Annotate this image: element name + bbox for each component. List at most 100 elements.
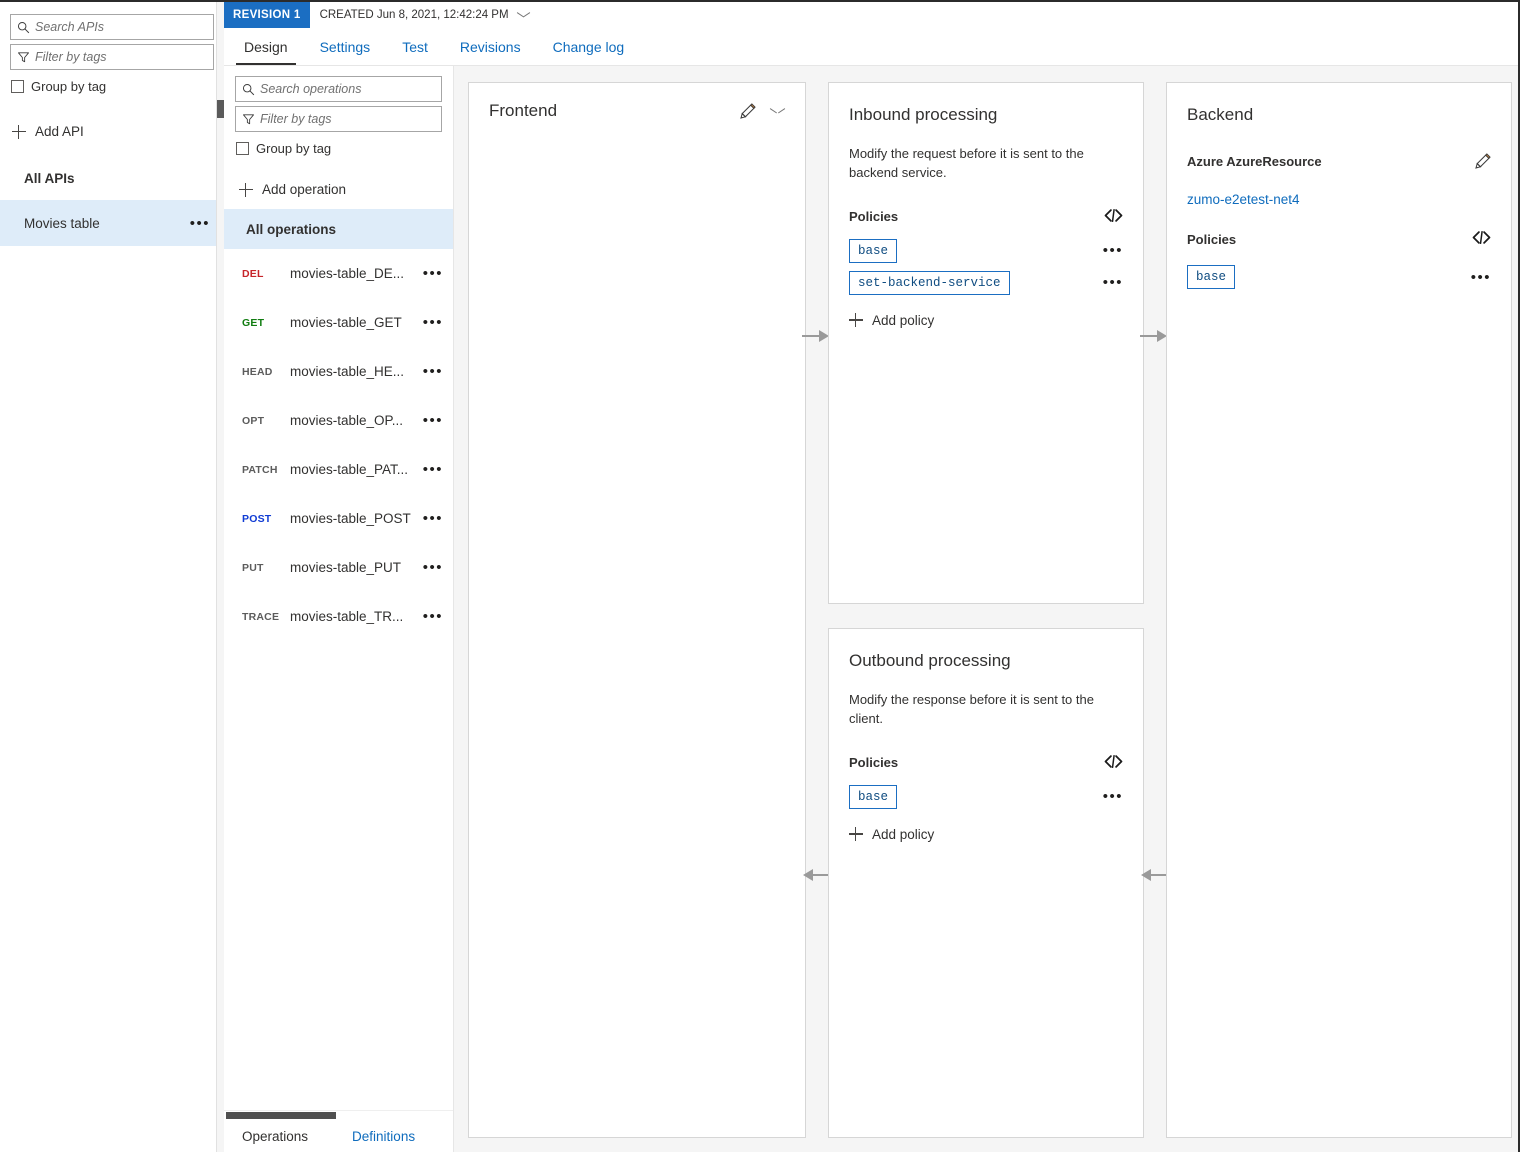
backend-policies-label: Policies	[1187, 231, 1237, 247]
tab-change-log[interactable]: Change log	[537, 28, 641, 65]
inbound-add-policy-button[interactable]: Add policy	[849, 313, 1123, 328]
apis-sidebar: Group by tag Add API All APIs Movies tab…	[0, 0, 225, 1152]
policy-context-menu-button[interactable]: •••	[1103, 243, 1123, 258]
policy-chip-set-backend-service[interactable]: set-backend-service	[849, 270, 1010, 295]
group-by-tag-checkbox[interactable]	[11, 80, 24, 93]
policy-chip-base[interactable]: base	[849, 784, 898, 809]
code-view-icon[interactable]	[1472, 231, 1491, 247]
operation-row-del[interactable]: DEL movies-table_DE... •••	[224, 249, 453, 298]
operations-filter-tags-field[interactable]	[235, 106, 442, 132]
operation-row-opt[interactable]: OPT movies-table_OP... •••	[224, 396, 453, 445]
http-verb-badge: GET	[242, 316, 265, 329]
operation-row-trace[interactable]: TRACE movies-table_TR... •••	[224, 592, 453, 641]
operations-scrollbar-thumb[interactable]	[226, 1112, 336, 1119]
operation-name: movies-table_GET	[290, 315, 402, 330]
operation-name: movies-table_OP...	[290, 413, 404, 428]
arrow-left-icon	[1140, 866, 1168, 884]
operation-context-menu-button[interactable]: •••	[423, 511, 443, 526]
add-operation-button[interactable]: Add operation	[239, 182, 453, 197]
operation-row-get[interactable]: GET movies-table_GET •••	[224, 298, 453, 347]
add-api-button[interactable]: Add API	[12, 124, 224, 139]
main-region: REVISION 1 CREATED Jun 8, 2021, 12:42:24…	[224, 0, 1520, 1152]
tab-definitions[interactable]: Definitions	[352, 1129, 459, 1144]
sidebar-item-movies-table[interactable]: Movies table •••	[0, 200, 224, 246]
group-by-tag-label: Group by tag	[31, 79, 107, 94]
operations-list: All operations DEL movies-table_DE... ••…	[224, 209, 453, 1110]
policy-context-menu-button[interactable]: •••	[1471, 270, 1491, 285]
outbound-processing-panel: Outbound processing Modify the response …	[828, 628, 1144, 1138]
tab-revisions[interactable]: Revisions	[444, 28, 537, 65]
inbound-policy-set-backend-service-row: set-backend-service •••	[849, 270, 1123, 295]
tab-test[interactable]: Test	[386, 28, 444, 65]
revision-created-info[interactable]: CREATED Jun 8, 2021, 12:42:24 PM	[310, 2, 540, 28]
chevron-down-icon[interactable]	[770, 107, 785, 116]
search-operations-field[interactable]	[235, 76, 442, 102]
tab-operations[interactable]: Operations	[242, 1129, 352, 1144]
code-view-icon[interactable]	[1104, 208, 1123, 225]
backend-resource-link[interactable]: zumo-e2etest-net4	[1187, 192, 1300, 207]
operation-context-menu-button[interactable]: •••	[423, 560, 443, 575]
operations-item-all[interactable]: All operations	[224, 209, 453, 249]
arrow-right-icon	[1140, 327, 1168, 345]
tab-change-log-label: Change log	[552, 38, 625, 55]
operation-context-menu-button[interactable]: •••	[423, 462, 443, 477]
all-operations-label: All operations	[246, 221, 337, 237]
sidebar-vertical-scrollbar[interactable]	[216, 2, 225, 1152]
operations-horizontal-scrollbar[interactable]	[224, 1110, 453, 1120]
filter-icon	[242, 113, 260, 126]
api-context-menu-button[interactable]: •••	[190, 216, 210, 231]
design-body: Group by tag Add operation All operation…	[224, 66, 1518, 1152]
operation-name: movies-table_PAT...	[290, 462, 409, 477]
tab-design[interactable]: Design	[228, 28, 304, 65]
http-verb-badge: POST	[242, 512, 272, 525]
policy-chip-base[interactable]: base	[849, 238, 898, 263]
tab-settings[interactable]: Settings	[304, 28, 387, 65]
operation-context-menu-button[interactable]: •••	[423, 266, 443, 281]
inbound-add-policy-label: Add policy	[872, 312, 935, 328]
operation-name: movies-table_HE...	[290, 364, 405, 379]
operation-context-menu-button[interactable]: •••	[423, 315, 443, 330]
policy-context-menu-button[interactable]: •••	[1103, 789, 1123, 804]
frontend-column: Frontend	[468, 82, 806, 1138]
search-apis-input[interactable]	[35, 20, 207, 34]
pencil-icon[interactable]	[1474, 153, 1491, 170]
operation-row-patch[interactable]: PATCH movies-table_PAT... •••	[224, 445, 453, 494]
plus-icon	[239, 182, 253, 197]
backend-title: Backend	[1187, 105, 1254, 124]
api-tabs: Design Settings Test Revisions Change lo…	[224, 28, 1518, 66]
frontend-header: Frontend	[489, 101, 785, 121]
inbound-description: Modify the request before it is sent to …	[849, 146, 1084, 180]
inbound-policies-label: Policies	[849, 209, 899, 225]
operation-context-menu-button[interactable]: •••	[423, 364, 443, 379]
operation-row-post[interactable]: POST movies-table_POST •••	[224, 494, 453, 543]
plus-icon	[12, 124, 26, 139]
search-apis-field[interactable]	[10, 14, 214, 40]
design-canvas: Frontend Inbound processing Modify the r…	[454, 66, 1518, 1152]
operations-group-by-tag-row[interactable]: Group by tag	[235, 141, 442, 156]
operation-context-menu-button[interactable]: •••	[423, 413, 443, 428]
outbound-policies-header: Policies	[849, 754, 1123, 771]
filter-tags-input[interactable]	[35, 50, 207, 64]
http-verb-badge: OPT	[242, 414, 265, 427]
operation-context-menu-button[interactable]: •••	[423, 609, 443, 624]
policy-chip-base[interactable]: base	[1187, 265, 1236, 289]
operations-filter-tags-input[interactable]	[260, 112, 435, 126]
operation-row-put[interactable]: PUT movies-table_PUT •••	[224, 543, 453, 592]
operations-group-by-tag-checkbox[interactable]	[236, 142, 249, 155]
revision-bar: REVISION 1 CREATED Jun 8, 2021, 12:42:24…	[224, 2, 1518, 28]
search-operations-input[interactable]	[260, 82, 435, 96]
backend-panel: Backend Azure AzureResource zumo-e2etest…	[1166, 82, 1512, 1138]
outbound-add-policy-button[interactable]: Add policy	[849, 827, 1123, 842]
operation-name: movies-table_PUT	[290, 560, 402, 575]
chevron-down-icon[interactable]	[517, 11, 530, 19]
group-by-tag-checkbox-row[interactable]: Group by tag	[10, 79, 214, 94]
outbound-description: Modify the response before it is sent to…	[849, 692, 1094, 726]
pencil-icon[interactable]	[739, 102, 756, 120]
add-api-label: Add API	[35, 124, 84, 139]
operation-row-head[interactable]: HEAD movies-table_HE... •••	[224, 347, 453, 396]
revision-created-text: CREATED Jun 8, 2021, 12:42:24 PM	[319, 9, 509, 21]
all-apis-heading: All APIs	[24, 171, 75, 186]
code-view-icon[interactable]	[1104, 754, 1123, 771]
filter-tags-field[interactable]	[10, 44, 214, 70]
policy-context-menu-button[interactable]: •••	[1103, 275, 1123, 290]
